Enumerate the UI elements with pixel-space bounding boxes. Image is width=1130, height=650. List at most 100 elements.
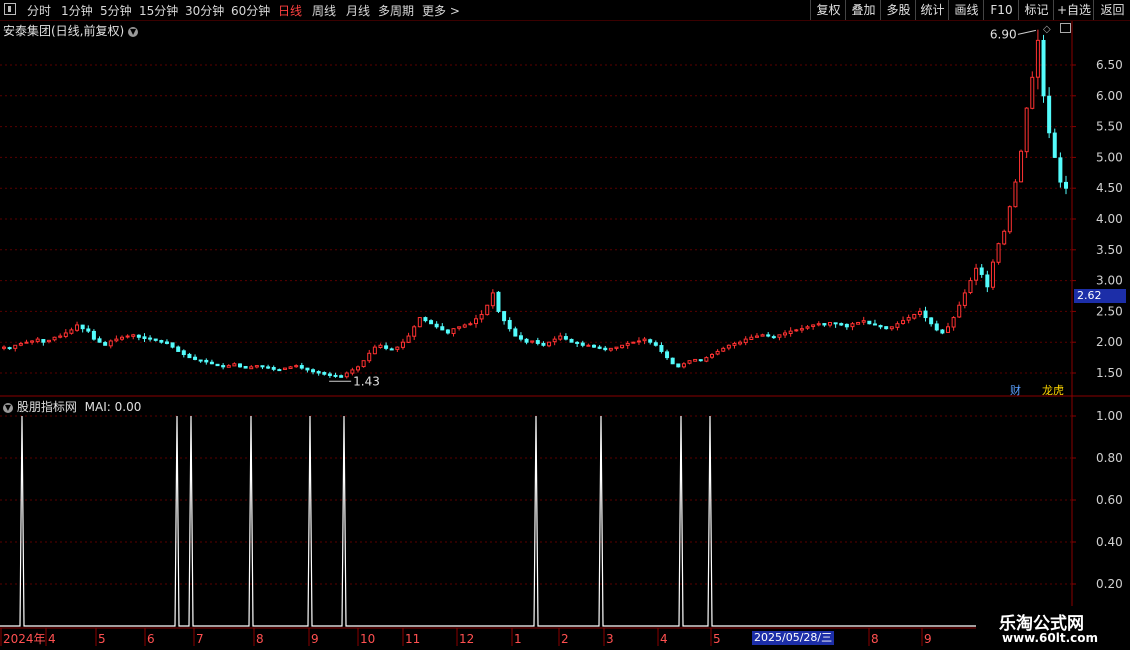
candle-body: [176, 346, 181, 352]
candle-body: [389, 348, 394, 351]
candle-body: [136, 334, 141, 338]
price-tick-label: 1.50: [1096, 366, 1123, 380]
candle-body: [434, 323, 439, 328]
candle-body: [170, 342, 175, 348]
candle-body: [164, 341, 169, 344]
candle-body: [75, 324, 80, 331]
candle-body: [895, 323, 900, 328]
candle-body: [91, 330, 96, 340]
candle-body: [676, 363, 681, 368]
panel-toggle-icon[interactable]: [1060, 23, 1071, 33]
chevron-down-icon[interactable]: ▼: [3, 402, 13, 413]
time-axis-label: 6: [147, 632, 155, 646]
candle-body: [743, 338, 748, 344]
price-tick-label: 3.00: [1096, 274, 1123, 288]
candle-body: [412, 326, 417, 337]
candle-body: [30, 340, 35, 343]
candle-body: [828, 321, 832, 326]
candle-body: [333, 374, 338, 377]
indicator-tick-label: 1.00: [1096, 409, 1123, 423]
candle-body: [181, 350, 186, 356]
candle-body: [350, 369, 355, 374]
candle-body: [917, 310, 922, 315]
chevron-down-icon[interactable]: ▼: [128, 26, 139, 37]
time-axis-label: 12: [459, 632, 474, 646]
candle-body: [35, 338, 40, 342]
dragon-tiger-badge[interactable]: 龙虎: [1042, 382, 1064, 398]
candle-body: [361, 360, 366, 368]
candle-body: [490, 292, 495, 307]
candle-body: [665, 351, 670, 359]
candle-body: [996, 243, 1001, 263]
candle-body: [518, 335, 523, 340]
diamond-icon[interactable]: ◇: [1043, 24, 1051, 35]
candle-body: [1052, 132, 1057, 158]
candle-body: [884, 326, 889, 330]
candle-body: [1035, 39, 1040, 78]
candle-body: [530, 340, 535, 343]
candle-body: [339, 375, 344, 378]
time-axis-label: 3: [606, 632, 614, 646]
candle-body: [103, 342, 108, 346]
candle-body: [468, 323, 473, 326]
candle-body: [861, 320, 866, 323]
price-tick-label: 4.50: [1096, 181, 1123, 195]
candle-body: [575, 341, 580, 344]
candle-body: [1058, 157, 1063, 183]
candle-body: [277, 369, 282, 372]
candle-body: [844, 323, 849, 328]
candle-body: [41, 339, 46, 343]
candle-body: [1041, 39, 1046, 97]
candle-body: [974, 267, 979, 281]
candle-body: [221, 365, 226, 368]
candle-body: [445, 329, 450, 334]
candle-body: [485, 304, 490, 316]
candle-body: [822, 323, 827, 326]
price-tick-label: 3.50: [1096, 243, 1123, 257]
candle-body: [131, 334, 136, 337]
candle-body: [946, 326, 950, 333]
candle-body: [535, 340, 540, 344]
candle-body: [968, 280, 973, 294]
candle-body: [1030, 76, 1035, 109]
candle-body: [794, 329, 799, 332]
candle-body: [462, 324, 467, 328]
candle-body: [294, 365, 299, 368]
candle-body: [597, 346, 602, 349]
candle-body: [63, 332, 68, 337]
candle-body: [541, 342, 546, 346]
candle-body: [266, 366, 271, 369]
candle-body: [547, 341, 552, 347]
candle-body: [580, 342, 585, 346]
mai-signal-line: [0, 415, 1072, 627]
candle-body: [1024, 107, 1029, 153]
indicator-tick-label: 0.60: [1096, 493, 1123, 507]
candle-body: [356, 366, 360, 371]
candle-body: [872, 323, 877, 326]
indicator-mai-value: MAI: 0.00: [84, 400, 142, 414]
candle-body: [777, 334, 782, 338]
candle-body: [569, 338, 574, 343]
candle-body: [2, 346, 6, 349]
time-axis-label: 2: [561, 632, 569, 646]
candle-body: [693, 358, 698, 362]
candle-body: [316, 371, 321, 374]
candle-body: [1047, 95, 1052, 134]
candle-body: [648, 339, 653, 343]
financial-badge[interactable]: 财: [1010, 382, 1021, 398]
candle-body: [901, 320, 906, 324]
candle-body: [260, 365, 265, 368]
candle-body: [232, 363, 237, 367]
indicator-tick-label: 0.40: [1096, 535, 1123, 549]
candle-body: [816, 323, 821, 326]
candle-body: [24, 341, 29, 344]
candle-body: [507, 319, 512, 330]
candle-body: [52, 336, 57, 341]
price-tick-label: 5.50: [1096, 120, 1123, 134]
candle-body: [990, 261, 995, 288]
kline-chart[interactable]: 6.50 6.00 5.50 5.00 4.50 4.00 3.50 3.00 2.50 2.00…: [0, 0, 1130, 650]
candle-body: [783, 332, 788, 336]
candle-body: [367, 352, 372, 362]
candle-body: [923, 310, 928, 319]
candle-body: [867, 320, 872, 325]
